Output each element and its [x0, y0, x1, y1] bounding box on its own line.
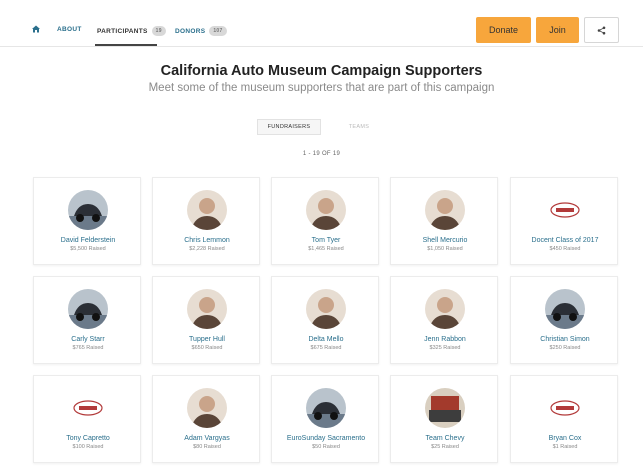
nav-about-label: ABOUT: [57, 26, 82, 33]
participant-raised: $765 Raised: [72, 345, 104, 351]
participant-card[interactable]: EuroSunday Sacramento $50 Raised: [271, 375, 379, 463]
participant-name[interactable]: Christian Simon: [511, 336, 619, 343]
participant-raised: $1 Raised: [552, 444, 578, 450]
participant-name[interactable]: Carly Starr: [34, 336, 142, 343]
participant-name[interactable]: Tupper Hull: [153, 336, 261, 343]
participant-name[interactable]: David Felderstein: [34, 237, 142, 244]
participant-card[interactable]: Docent Class of 2017 $450 Raised: [510, 177, 618, 265]
participant-avatar[interactable]: [425, 190, 465, 230]
participant-name[interactable]: Delta Mello: [272, 336, 380, 343]
participant-raised: $50 Raised: [312, 444, 340, 450]
participant-raised: $5,500 Raised: [70, 246, 106, 252]
participant-avatar[interactable]: [68, 190, 108, 230]
nav-participants-label: PARTICIPANTS: [97, 27, 148, 35]
active-tab-indicator: [95, 44, 157, 46]
participant-avatar[interactable]: [425, 289, 465, 329]
participant-name[interactable]: Shell Mercurio: [391, 237, 499, 244]
share-button[interactable]: [584, 17, 619, 43]
tab-fundraisers[interactable]: FUNDRAISERS: [257, 119, 321, 135]
participant-name[interactable]: Tony Capretto: [34, 435, 142, 442]
participant-raised: $325 Raised: [429, 345, 461, 351]
participant-raised: $675 Raised: [310, 345, 342, 351]
participant-name[interactable]: Tom Tyer: [272, 237, 380, 244]
participant-card[interactable]: David Felderstein $5,500 Raised: [33, 177, 141, 265]
participant-card[interactable]: Shell Mercurio $1,050 Raised: [390, 177, 498, 265]
participant-avatar[interactable]: [306, 289, 346, 329]
participant-raised: $450 Raised: [549, 246, 581, 252]
donate-button[interactable]: Donate: [476, 17, 531, 43]
page-subtitle: Meet some of the museum supporters that …: [148, 82, 495, 94]
join-button[interactable]: Join: [536, 17, 579, 43]
participant-card[interactable]: Carly Starr $765 Raised: [33, 276, 141, 364]
participant-avatar[interactable]: [68, 289, 108, 329]
participant-avatar[interactable]: [306, 388, 346, 428]
participant-raised: $1,050 Raised: [427, 246, 463, 252]
participant-avatar[interactable]: [545, 289, 585, 329]
nav-donors[interactable]: DONORS 107: [175, 26, 227, 36]
participant-name[interactable]: Docent Class of 2017: [511, 237, 619, 244]
participant-card[interactable]: Tupper Hull $650 Raised: [152, 276, 260, 364]
share-icon: [597, 26, 606, 34]
donors-count-badge: 107: [209, 26, 227, 36]
participant-raised: $80 Raised: [193, 444, 221, 450]
participant-card[interactable]: Adam Vargyas $80 Raised: [152, 375, 260, 463]
participants-count-badge: 19: [151, 26, 166, 36]
participant-name[interactable]: Team Chevy: [391, 435, 499, 442]
participant-raised: $1,465 Raised: [308, 246, 344, 252]
participant-name[interactable]: Jenn Rabbon: [391, 336, 499, 343]
participant-card[interactable]: Jenn Rabbon $325 Raised: [390, 276, 498, 364]
participant-card[interactable]: Chris Lemmon $2,228 Raised: [152, 177, 260, 265]
museum-logo-avatar[interactable]: [545, 190, 585, 230]
participant-card[interactable]: Tony Capretto $100 Raised: [33, 375, 141, 463]
tab-teams[interactable]: TEAMS: [327, 119, 391, 135]
participant-card[interactable]: Bryan Cox $1 Raised: [510, 375, 618, 463]
participant-avatar[interactable]: [187, 190, 227, 230]
nav-about[interactable]: ABOUT: [57, 26, 82, 33]
participant-raised: $250 Raised: [549, 345, 581, 351]
museum-logo-avatar[interactable]: [545, 388, 585, 428]
participant-raised: $650 Raised: [191, 345, 223, 351]
participant-avatar[interactable]: [306, 190, 346, 230]
top-nav: ABOUT PARTICIPANTS 19 DONORS 107 Donate …: [0, 0, 643, 47]
page-title: California Auto Museum Campaign Supporte…: [160, 63, 483, 79]
participant-name[interactable]: EuroSunday Sacramento: [272, 435, 380, 442]
participant-name[interactable]: Bryan Cox: [511, 435, 619, 442]
participant-raised: $2,228 Raised: [189, 246, 225, 252]
participant-card[interactable]: Team Chevy $25 Raised: [390, 375, 498, 463]
nav-participants[interactable]: PARTICIPANTS 19: [97, 26, 166, 36]
participant-avatar[interactable]: [187, 289, 227, 329]
participant-raised: $100 Raised: [72, 444, 104, 450]
participant-avatar[interactable]: [187, 388, 227, 428]
nav-donors-label: DONORS: [175, 27, 206, 35]
participant-card[interactable]: Tom Tyer $1,465 Raised: [271, 177, 379, 265]
participant-avatar[interactable]: [425, 388, 465, 428]
results-count: 1 - 19 OF 19: [302, 151, 341, 157]
participant-raised: $25 Raised: [431, 444, 459, 450]
home-icon[interactable]: [31, 24, 41, 34]
participant-name[interactable]: Adam Vargyas: [153, 435, 261, 442]
participant-card[interactable]: Delta Mello $675 Raised: [271, 276, 379, 364]
museum-logo-avatar[interactable]: [68, 388, 108, 428]
participant-name[interactable]: Chris Lemmon: [153, 237, 261, 244]
participant-card[interactable]: Christian Simon $250 Raised: [510, 276, 618, 364]
